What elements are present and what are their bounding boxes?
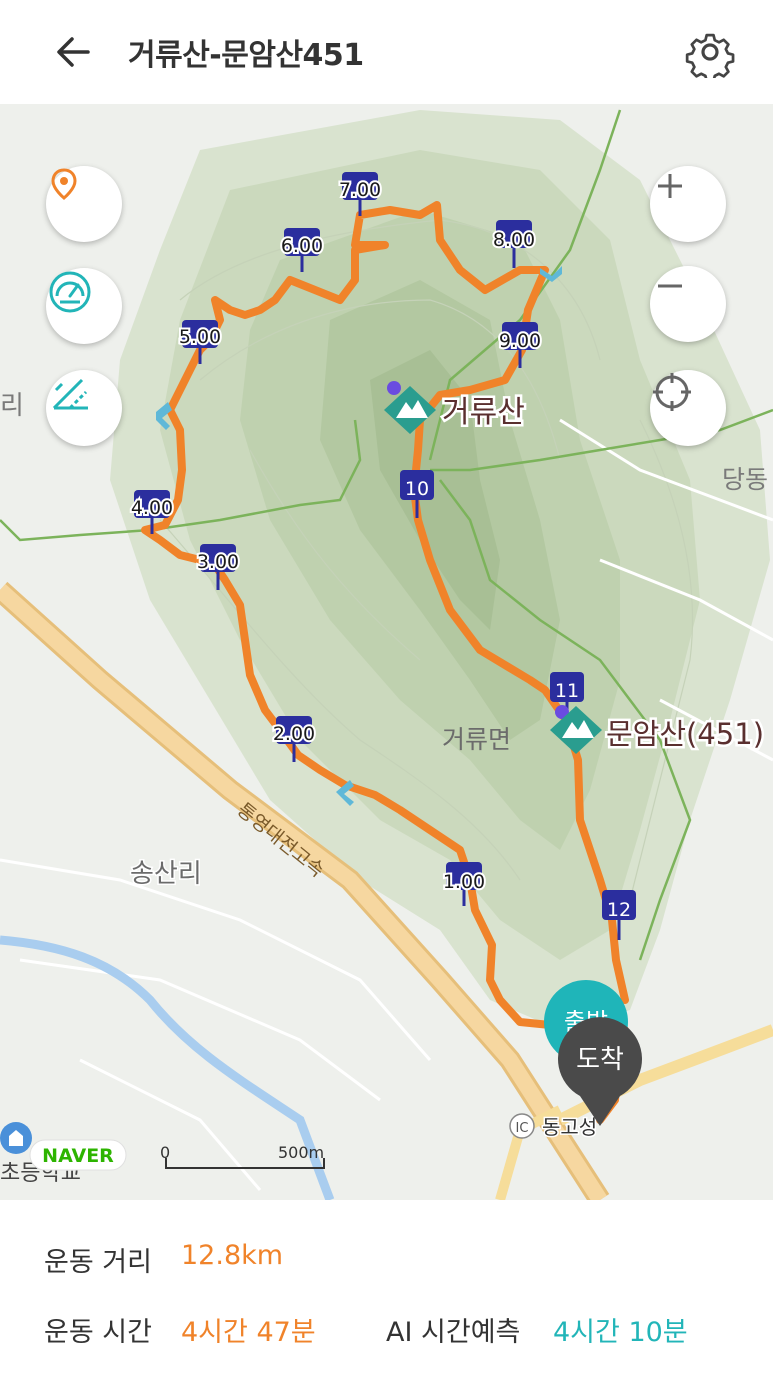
zoom-in-button[interactable] bbox=[650, 166, 726, 242]
ic-label: 동고성 bbox=[542, 1115, 597, 1139]
peak-name: 문암산(451) bbox=[606, 717, 764, 751]
naver-logo: NAVER bbox=[42, 1145, 114, 1167]
marker-label: 7.00 bbox=[339, 179, 381, 201]
ai-time-value: 4시간 10분 bbox=[553, 1317, 688, 1348]
end-label: 도착 bbox=[576, 1045, 624, 1075]
location-pin-icon bbox=[51, 168, 77, 200]
distance-label: 운동 거리 bbox=[44, 1247, 152, 1278]
plus-icon bbox=[658, 174, 682, 198]
minus-icon bbox=[658, 284, 682, 288]
stats-panel: 운동 거리 12.8km 운동 시간 4시간 47분 AI 시간예측 4시간 1… bbox=[0, 1200, 773, 1386]
location-pin-button[interactable] bbox=[46, 166, 122, 242]
marker-label: 6.00 bbox=[281, 235, 323, 257]
map-view[interactable]: 1.00 2.00 3.00 4.00 5.00 6.00 7.00 8.00 … bbox=[0, 104, 773, 1200]
marker-label: 10 bbox=[405, 478, 429, 500]
time-value: 4시간 47분 bbox=[181, 1317, 316, 1348]
page-title: 거류산-문암산451 bbox=[128, 38, 364, 73]
scale-distance: 500m bbox=[278, 1143, 324, 1162]
peak-name: 거류산 bbox=[442, 395, 525, 430]
gear-icon[interactable] bbox=[684, 26, 736, 78]
marker-label: 11 bbox=[555, 680, 579, 702]
village-label: 송산리 bbox=[130, 859, 202, 889]
marker-label: 5.00 bbox=[179, 326, 221, 348]
time-label: 운동 시간 bbox=[44, 1317, 152, 1348]
area-label: 거류면 bbox=[442, 725, 511, 754]
zoom-out-button[interactable] bbox=[650, 266, 726, 342]
speed-gauge-button[interactable] bbox=[46, 268, 122, 344]
left-edge-label: 리 bbox=[0, 391, 24, 421]
speedometer-icon bbox=[49, 271, 91, 313]
marker-label: 1.00 bbox=[443, 871, 485, 893]
scale-zero: 0 bbox=[160, 1143, 170, 1162]
marker-label: 9.00 bbox=[499, 330, 541, 352]
app-header: 거류산-문암산451 bbox=[0, 0, 773, 104]
slope-icon bbox=[52, 378, 88, 410]
marker-label: 8.00 bbox=[493, 229, 535, 251]
slope-button[interactable] bbox=[46, 370, 122, 446]
right-edge-label: 당동 bbox=[722, 465, 768, 494]
distance-value: 12.8km bbox=[181, 1240, 284, 1271]
marker-label: 4.00 bbox=[131, 497, 173, 519]
marker-label: 2.00 bbox=[273, 723, 315, 745]
crosshair-icon bbox=[653, 373, 691, 411]
ai-time-label: AI 시간예측 bbox=[386, 1317, 521, 1348]
ic-badge: IC bbox=[516, 1121, 529, 1136]
marker-label: 12 bbox=[607, 899, 631, 921]
back-arrow-icon[interactable] bbox=[48, 26, 100, 78]
my-location-button[interactable] bbox=[650, 370, 726, 446]
marker-label: 3.00 bbox=[197, 551, 239, 573]
